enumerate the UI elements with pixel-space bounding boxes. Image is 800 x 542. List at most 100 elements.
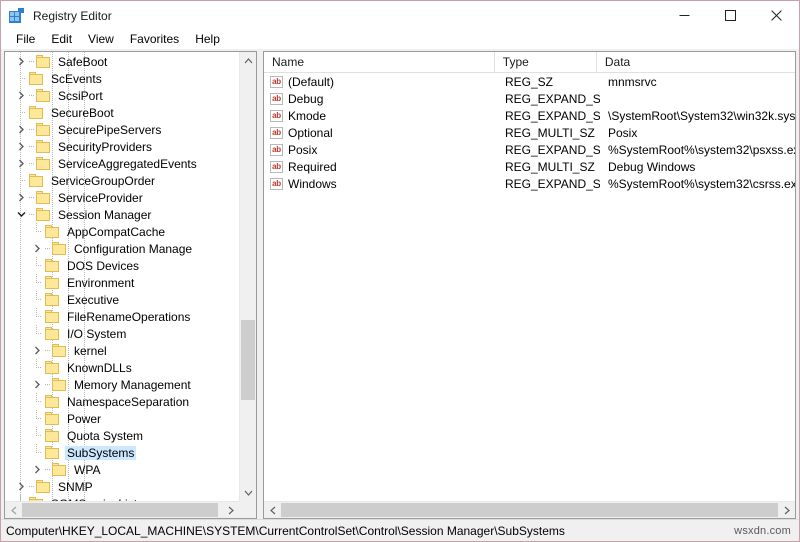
value-row[interactable]: ab Required REG_MULTI_SZ Debug Windows bbox=[264, 158, 795, 175]
chevron-right-icon[interactable] bbox=[29, 376, 45, 393]
registry-editor-window: Registry Editor File Edit View Favorites… bbox=[0, 0, 800, 542]
tree-item-dos-devices[interactable]: DOS Devices bbox=[5, 257, 239, 274]
tree-item-securityproviders[interactable]: SecurityProviders bbox=[5, 138, 239, 155]
tree-item-namespaceseparation[interactable]: NamespaceSeparation bbox=[5, 393, 239, 410]
chevron-right-icon[interactable] bbox=[29, 342, 45, 359]
menu-file[interactable]: File bbox=[8, 31, 43, 48]
value-type: REG_SZ bbox=[505, 74, 554, 89]
tree-scroll-left-button[interactable] bbox=[5, 502, 22, 518]
tree-item-environment[interactable]: Environment bbox=[5, 274, 239, 291]
value-name: Optional bbox=[288, 125, 333, 140]
chevron-right-icon[interactable] bbox=[13, 138, 29, 155]
value-row[interactable]: ab Posix REG_EXPAND_SZ %SystemRoot%\system3… bbox=[264, 141, 795, 158]
tree-item-label: Power bbox=[67, 411, 102, 426]
chevron-right-icon[interactable] bbox=[13, 155, 29, 172]
tree-item-secureboot[interactable]: SecureBoot bbox=[5, 104, 239, 121]
string-value-icon: ab bbox=[270, 143, 283, 156]
tree-scroll-up-button[interactable] bbox=[240, 52, 256, 69]
list-scroll-right-button[interactable] bbox=[778, 502, 795, 518]
value-row[interactable]: ab Optional REG_MULTI_SZ Posix bbox=[264, 124, 795, 141]
tree-item-appcompatcache[interactable]: AppCompatCache bbox=[5, 223, 239, 240]
column-header-data[interactable]: Data bbox=[597, 52, 795, 72]
value-type: REG_EXPAND_SZ bbox=[505, 91, 600, 106]
tree-connector bbox=[29, 87, 36, 104]
tree-scroll-right-button[interactable] bbox=[222, 502, 239, 518]
tree-horizontal-scrollbar[interactable] bbox=[5, 501, 239, 518]
tree-item-label: Environment bbox=[67, 275, 135, 290]
column-header-type[interactable]: Type bbox=[495, 52, 597, 72]
chevron-right-icon[interactable] bbox=[29, 240, 45, 257]
tree-item-safeboot[interactable]: SafeBoot bbox=[5, 53, 239, 70]
value-data: %SystemRoot%\system32\csrss.exe Object bbox=[608, 176, 795, 191]
value-row[interactable]: ab Kmode REG_EXPAND_SZ \SystemRoot\System32… bbox=[264, 107, 795, 124]
folder-icon bbox=[36, 123, 51, 136]
value-row[interactable]: ab Windows REG_EXPAND_SZ %SystemRoot%\syste… bbox=[264, 175, 795, 192]
tree-connector bbox=[29, 206, 36, 223]
chevron-right-icon[interactable] bbox=[13, 478, 29, 495]
value-row[interactable]: ab Debug REG_EXPAND_SZ bbox=[264, 90, 795, 107]
tree-item-label: SQMServiceList bbox=[49, 497, 139, 502]
menu-help[interactable]: Help bbox=[187, 31, 228, 48]
chevron-down-icon[interactable] bbox=[13, 206, 29, 223]
registry-tree[interactable]: SafeBoot ScEvents ScsiPort SecureBoot Secure… bbox=[5, 52, 239, 501]
tree-item-scsiport[interactable]: ScsiPort bbox=[5, 87, 239, 104]
tree-item-serviceaggregatedevents[interactable]: ServiceAggregatedEvents bbox=[5, 155, 239, 172]
chevron-right-icon[interactable] bbox=[13, 121, 29, 138]
tree-connector bbox=[29, 478, 36, 495]
tree-item-snmp[interactable]: SNMP bbox=[5, 478, 239, 495]
minimize-button[interactable] bbox=[661, 1, 707, 30]
tree-item-quota-system[interactable]: Quota System bbox=[5, 427, 239, 444]
tree-item-filerenameoperations[interactable]: FileRenameOperations bbox=[5, 308, 239, 325]
tree-item-power[interactable]: Power bbox=[5, 410, 239, 427]
maximize-button[interactable] bbox=[707, 1, 753, 30]
tree-item-memory-management[interactable]: Memory Management bbox=[5, 376, 239, 393]
list-scroll-left-button[interactable] bbox=[264, 502, 281, 518]
tree-item-label: KnownDLLs bbox=[67, 360, 132, 375]
tree-item-executive[interactable]: Executive bbox=[5, 291, 239, 308]
tree-connector bbox=[45, 376, 52, 393]
tree-connector bbox=[29, 427, 45, 444]
tree-item-serviceprovider[interactable]: ServiceProvider bbox=[5, 189, 239, 206]
tree-item-label: ScsiPort bbox=[58, 88, 103, 103]
value-row[interactable]: ab (Default) REG_SZ mnmsrvc bbox=[264, 73, 795, 90]
tree-item-session-manager[interactable]: Session Manager bbox=[5, 206, 239, 223]
tree-scrollbar-thumb[interactable] bbox=[241, 320, 255, 400]
list-horizontal-scrollbar[interactable] bbox=[264, 501, 795, 518]
folder-icon bbox=[45, 225, 60, 238]
value-name: Posix bbox=[288, 142, 318, 157]
folder-icon bbox=[36, 480, 51, 493]
close-button[interactable] bbox=[753, 1, 799, 30]
tree-connector bbox=[29, 410, 45, 427]
tree-vertical-scrollbar[interactable] bbox=[239, 52, 256, 501]
window-title: Registry Editor bbox=[33, 8, 112, 23]
tree-item-knowndlls[interactable]: KnownDLLs bbox=[5, 359, 239, 376]
tree-scroll-down-button[interactable] bbox=[240, 484, 256, 501]
tree-item-kernel[interactable]: kernel bbox=[5, 342, 239, 359]
tree-item-subsystems[interactable]: SubSystems bbox=[5, 444, 239, 461]
tree-item-servicegrouporder[interactable]: ServiceGroupOrder bbox=[5, 172, 239, 189]
registry-values-list[interactable]: ab (Default) REG_SZ mnmsrvc ab Debug REG_EXPAN… bbox=[264, 73, 795, 501]
tree-item-i-o-system[interactable]: I/O System bbox=[5, 325, 239, 342]
chevron-right-icon[interactable] bbox=[13, 53, 29, 70]
list-hscrollbar-thumb[interactable] bbox=[281, 503, 778, 517]
folder-icon bbox=[36, 157, 51, 170]
folder-icon bbox=[52, 463, 67, 476]
menu-edit[interactable]: Edit bbox=[43, 31, 80, 48]
chevron-right-icon[interactable] bbox=[13, 189, 29, 206]
menu-favorites[interactable]: Favorites bbox=[122, 31, 187, 48]
folder-icon bbox=[36, 208, 51, 221]
tree-connector bbox=[45, 461, 52, 478]
chevron-right-icon[interactable] bbox=[13, 87, 29, 104]
value-name-cell: ab Optional bbox=[264, 126, 497, 140]
tree-connector bbox=[29, 274, 45, 291]
string-value-icon: ab bbox=[270, 75, 283, 88]
tree-item-securepipeservers[interactable]: SecurePipeServers bbox=[5, 121, 239, 138]
menu-view[interactable]: View bbox=[80, 31, 122, 48]
chevron-right-icon[interactable] bbox=[29, 461, 45, 478]
tree-hscrollbar-thumb[interactable] bbox=[22, 503, 218, 517]
tree-item-configuration-manage[interactable]: Configuration Manage bbox=[5, 240, 239, 257]
tree-connector bbox=[29, 53, 36, 70]
tree-item-wpa[interactable]: WPA bbox=[5, 461, 239, 478]
column-header-name[interactable]: Name bbox=[264, 52, 495, 72]
tree-item-scevents[interactable]: ScEvents bbox=[5, 70, 239, 87]
